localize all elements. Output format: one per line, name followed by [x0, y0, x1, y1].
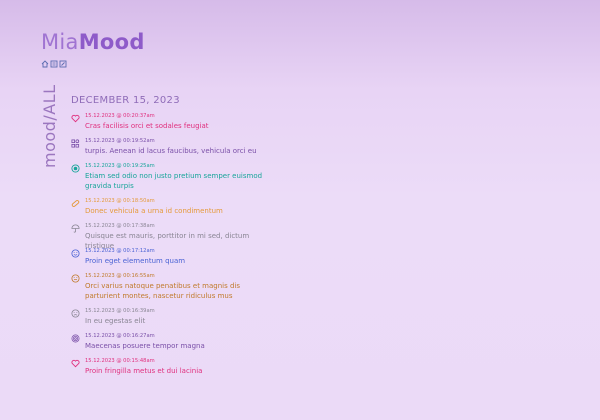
- umbrella-icon: [71, 224, 80, 233]
- entry-text: Orci varius natoque penatibus et magnis …: [85, 282, 241, 300]
- top-nav: [41, 60, 67, 68]
- entry-timestamp: 15.12.2023 @ 00:19:25am: [85, 163, 155, 169]
- target-icon: [71, 164, 80, 173]
- entry-timestamp: 15.12.2023 @ 00:16:39am: [85, 308, 155, 314]
- mood-filter-label[interactable]: mood/ALL: [40, 85, 59, 168]
- entry-text: Cras facilisis orci et sodales feugiat: [85, 122, 209, 130]
- bandage-icon: [71, 199, 80, 208]
- home-icon[interactable]: [41, 60, 49, 68]
- entry-text: In eu egestas elit: [85, 317, 146, 325]
- entry-timestamp: 15.12.2023 @ 00:17:12am: [85, 248, 155, 254]
- spiral-icon: [71, 334, 80, 343]
- heart-icon: [71, 359, 80, 368]
- app-logo[interactable]: MiaMood: [41, 30, 145, 54]
- entry-timestamp: 15.12.2023 @ 00:18:50am: [85, 198, 155, 204]
- entry-text: Proin fringilla metus et dui lacinia: [85, 367, 203, 375]
- entry-text: Maecenas posuere tempor magna: [85, 342, 205, 350]
- entry-timestamp: 15.12.2023 @ 00:17:38am: [85, 223, 155, 229]
- neutral-face-icon: [71, 274, 80, 283]
- heart-icon: [71, 114, 80, 123]
- date-heading: DECEMBER 15, 2023: [71, 95, 180, 106]
- entry-timestamp: 15.12.2023 @ 00:20:37am: [85, 113, 155, 119]
- entry-text: Proin eget elementum quam: [85, 257, 186, 265]
- entry-text: turpis. Aenean id lacus faucibus, vehicu…: [85, 147, 257, 155]
- logo-text-primary: Mia: [41, 30, 79, 54]
- edit-icon[interactable]: [59, 60, 67, 68]
- entry-timestamp: 15.12.2023 @ 00:16:55am: [85, 273, 155, 279]
- entry-timestamp: 15.12.2023 @ 00:16:27am: [85, 333, 155, 339]
- entry-timestamp: 15.12.2023 @ 00:19:52am: [85, 138, 155, 144]
- logo-text-accent: Mood: [78, 30, 145, 54]
- list-icon[interactable]: [50, 60, 58, 68]
- entry-timestamp: 15.12.2023 @ 00:15:48am: [85, 358, 155, 364]
- entry-text: Donec vehicula a urna id condimentum: [85, 207, 223, 215]
- smile-icon: [71, 249, 80, 258]
- sad-face-icon: [71, 309, 80, 318]
- entry-text: Etiam sed odio non justo pretium semper …: [85, 172, 263, 190]
- shapes-icon: [71, 139, 80, 148]
